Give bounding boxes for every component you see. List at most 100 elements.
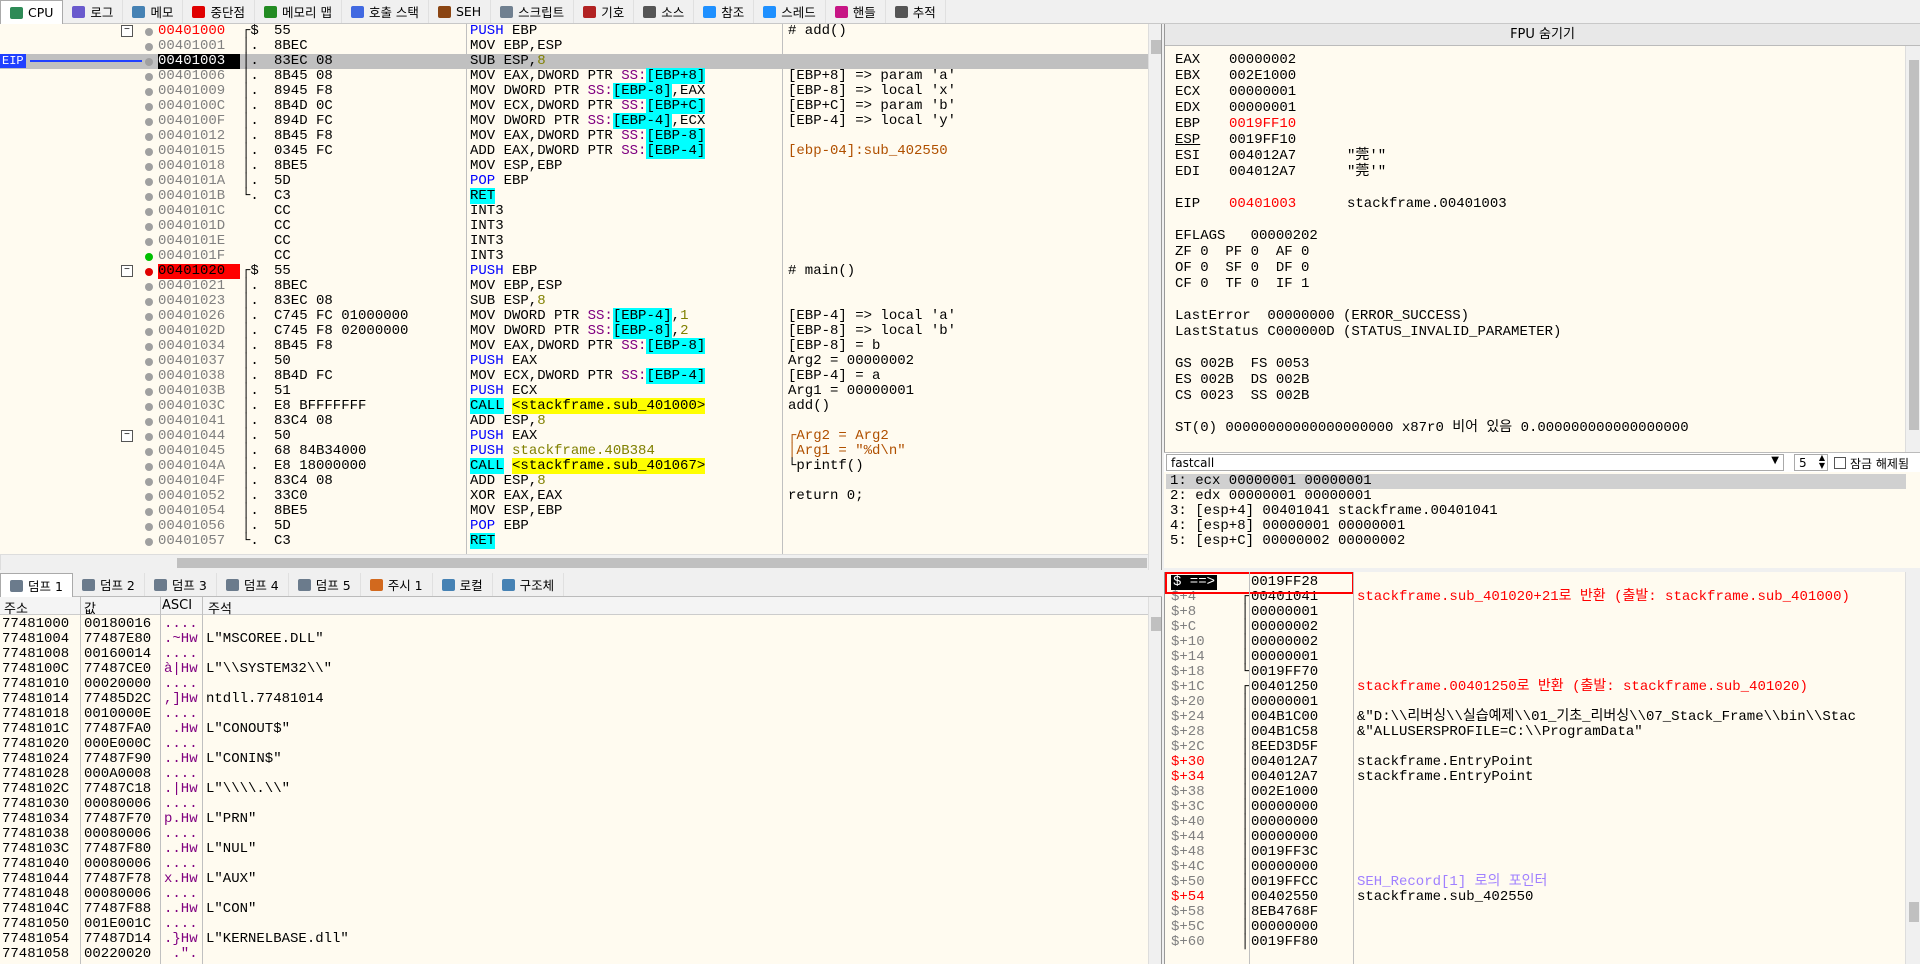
column-header-address[interactable]: 주소	[4, 598, 28, 617]
tab-11[interactable]: 참조	[694, 0, 755, 23]
dump-tab-2[interactable]: 덤프 2	[73, 573, 145, 596]
breakpoint-toggle-icon[interactable]	[145, 418, 153, 426]
dump-row[interactable]: 7748100C 77487CE0 à|Hw L"\\SYSTEM32\\"	[0, 662, 1148, 677]
dump-row[interactable]: 7748103C 77487F80 ..Hw L"NUL"	[0, 842, 1148, 857]
dump-tab-6[interactable]: 주시 1	[361, 573, 433, 596]
registers-scrollbar[interactable]	[1905, 46, 1920, 452]
disasm-row[interactable]: 00401012 │. 8B45 F8 MOV EAX,DWORD PTR SS:[E…	[0, 128, 1148, 144]
dump-row[interactable]: 77481028 000A0008....	[0, 767, 1148, 782]
tab-5[interactable]: 메모리 맵	[255, 0, 342, 23]
disasm-row[interactable]: 00401026 │. C745 FC 01000000 MOV DWORD PTR …	[0, 308, 1148, 324]
breakpoint-toggle-icon[interactable]	[145, 118, 153, 126]
register-ebp[interactable]: EBP 0019FF10	[1175, 116, 1347, 132]
tab-9[interactable]: 기호	[574, 0, 635, 23]
disasm-row[interactable]: 00401006 │. 8B45 08 MOV EAX,DWORD PTR SS:[E…	[0, 68, 1148, 84]
segment-line-2[interactable]: ES 002B DS 002B	[1175, 372, 1309, 388]
breakpoint-toggle-icon[interactable]	[145, 313, 153, 321]
breakpoint-toggle-icon[interactable]	[145, 208, 153, 216]
breakpoint-toggle-icon[interactable]	[145, 478, 153, 486]
disasm-row[interactable]: − 00401044 │. 50 PUSH EAX ┌Arg2 = Arg2	[0, 429, 1148, 444]
dump-tab-7[interactable]: 로컬	[433, 573, 493, 596]
argument-row[interactable]: 4: [esp+8] 00000001 00000001	[1166, 519, 1906, 534]
tab-10[interactable]: 소스	[634, 0, 695, 23]
stack-row[interactable]: $+50 │ 0019FFCC SEH_Record[1] 로의 포인터	[1165, 875, 1905, 890]
dump-row[interactable]: 77481020 000E000C....	[0, 737, 1148, 752]
disasm-row[interactable]: 0040101A │. 5D POP EBP	[0, 174, 1148, 189]
tab-12[interactable]: 스레드	[754, 0, 826, 23]
breakpoint-toggle-icon[interactable]	[145, 433, 153, 441]
disasm-row[interactable]: 0040104F │. 83C4 08 ADD ESP,8	[0, 474, 1148, 489]
dump-row[interactable]: 77481024 77487F90 ..Hw L"CONIN$"	[0, 752, 1148, 767]
stack-row[interactable]: $+4C │ 00000000	[1165, 860, 1905, 875]
breakpoint-toggle-icon[interactable]	[145, 193, 153, 201]
breakpoint-toggle-icon[interactable]	[145, 328, 153, 336]
breakpoint-toggle-icon[interactable]	[145, 163, 153, 171]
stack-row[interactable]: $+24 │ 004B1C00 &"D:\\리버싱\\실습예제\\01_기초_리버싱\…	[1165, 710, 1905, 725]
stack-row[interactable]: $+60 │ 0019FF80	[1165, 935, 1905, 950]
breakpoint-toggle-icon[interactable]	[145, 43, 153, 51]
breakpoint-toggle-icon[interactable]	[145, 28, 153, 36]
disasm-row[interactable]: − 00401000 ┌$ 55 PUSH EBP # add()	[0, 24, 1148, 39]
dump-row[interactable]: 77481038 00080006....	[0, 827, 1148, 842]
disasm-row[interactable]: 00401056 │. 5D POP EBP	[0, 519, 1148, 534]
breakpoint-toggle-icon[interactable]	[145, 448, 153, 456]
stack-row[interactable]: $+3C │ 00000000	[1165, 800, 1905, 815]
register-ebx[interactable]: EBX 002E1000	[1175, 68, 1347, 84]
dump-tab-4[interactable]: 덤프 4	[217, 573, 289, 596]
disasm-row[interactable]: 00401045 │. 68 84B34000 PUSH stackframe.40B…	[0, 444, 1148, 459]
disasm-row[interactable]: 00401009 │. 8945 F8 MOV DWORD PTR SS:[EBP-8…	[0, 83, 1148, 99]
dump-row[interactable]: 7748102C 77487C18 .|Hw L"\\\\.\\"	[0, 782, 1148, 797]
disasm-row[interactable]: 0040100F │. 894D FC MOV DWORD PTR SS:[EBP-4…	[0, 113, 1148, 129]
disasm-row[interactable]: 00401041 │. 83C4 08 ADD ESP,8	[0, 414, 1148, 429]
dump-row[interactable]: 77481044 77487F78 x.Hw L"AUX"	[0, 872, 1148, 887]
disasm-row[interactable]: 00401057 └. C3 RET	[0, 533, 1148, 549]
dump-row[interactable]: 77481034 77487F70 p.Hw L"PRN"	[0, 812, 1148, 827]
stack-row[interactable]: $+14 │ 00000001	[1165, 650, 1905, 665]
disasm-row[interactable]: 00401037 │. 50 PUSH EAX Arg2 = 00000002	[0, 354, 1148, 369]
breakpoint-toggle-icon[interactable]	[145, 373, 153, 381]
breakpoint-toggle-icon[interactable]	[145, 493, 153, 501]
collapse-icon[interactable]: −	[121, 265, 133, 277]
tab-3[interactable]: 메모	[123, 0, 184, 23]
register-eax[interactable]: EAX 00000002	[1175, 52, 1347, 68]
disasm-row[interactable]: 00401018 │. 8BE5 MOV ESP,EBP	[0, 159, 1148, 174]
dump-row[interactable]: 7748104C 77487F88 ..Hw L"CON"	[0, 902, 1148, 917]
dump-scrollbar[interactable]	[1148, 597, 1161, 964]
register-esp[interactable]: ESP 0019FF10	[1175, 132, 1347, 148]
calling-convention-select[interactable]: fastcall ▼	[1166, 454, 1784, 471]
dump-row[interactable]: 7748101C 77487FA0 .Hw L"CONOUT$"	[0, 722, 1148, 737]
breakpoint-toggle-icon[interactable]	[145, 298, 153, 306]
stack-row[interactable]: $+54 │ 00402550 stackframe.sub_402550	[1165, 890, 1905, 905]
disasm-row[interactable]: 0040101D CC INT3	[0, 219, 1148, 234]
segment-line-1[interactable]: GS 002B FS 0053	[1175, 356, 1309, 372]
disasm-horizontal-scrollbar[interactable]	[0, 554, 1148, 570]
breakpoint-toggle-icon[interactable]	[145, 88, 153, 96]
fpu-toggle-button[interactable]: FPU 숨기기	[1165, 24, 1920, 46]
dump-row[interactable]: 77481018 0010000E....	[0, 707, 1148, 722]
dump-row[interactable]: 77481014 77485D2C ,]Hw ntdll.77481014	[0, 692, 1148, 707]
disasm-row[interactable]: 00401052 │. 33C0 XOR EAX,EAX return 0;	[0, 489, 1148, 504]
dump-row[interactable]: 77481008 00160014....	[0, 647, 1148, 662]
dump-view[interactable]: 주소 값 ASCI 주석 77481000 00180016.... 7748100…	[0, 597, 1162, 964]
dump-row[interactable]: 77481054 77487D14 .}Hw L"KERNELBASE.dll"	[0, 932, 1148, 947]
dump-row[interactable]: 77481010 00020000....	[0, 677, 1148, 692]
breakpoint-icon[interactable]	[145, 268, 153, 276]
stack-row[interactable]: $+28 │ 004B1C58 &"ALLUSERSPROFILE=C:\\Progr…	[1165, 725, 1905, 740]
stack-row[interactable]: $+48 │ 0019FF3C	[1165, 845, 1905, 860]
tab-7[interactable]: SEH	[429, 0, 492, 23]
disasm-row[interactable]: 0040100C │. 8B4D 0C MOV ECX,DWORD PTR SS:[E…	[0, 98, 1148, 114]
disassembly-view[interactable]: − 00401000 ┌$ 55 PUSH EBP # add() 00401001 │. 8B…	[0, 24, 1162, 570]
breakpoint-toggle-icon[interactable]	[145, 538, 153, 546]
register-esi[interactable]: ESI 004012A7 "莞'"	[1175, 148, 1386, 164]
register-edx[interactable]: EDX 00000001	[1175, 100, 1347, 116]
breakpoint-toggle-icon[interactable]	[145, 238, 153, 246]
disasm-row[interactable]: 00401023 │. 83EC 08 SUB ESP,8	[0, 294, 1148, 309]
tab-2[interactable]: 로그	[63, 0, 124, 23]
breakpoint-toggle-icon[interactable]	[145, 148, 153, 156]
argument-row[interactable]: 1: ecx 00000001 00000001	[1166, 474, 1906, 489]
dump-tab-1[interactable]: 덤프 1	[0, 573, 73, 597]
dump-tab-3[interactable]: 덤프 3	[145, 573, 217, 596]
argument-row[interactable]: 5: [esp+C] 00000002 00000002	[1166, 534, 1906, 549]
argument-row[interactable]: 2: edx 00000001 00000001	[1166, 489, 1906, 504]
stack-row[interactable]: $+C │ 00000002	[1165, 620, 1905, 635]
